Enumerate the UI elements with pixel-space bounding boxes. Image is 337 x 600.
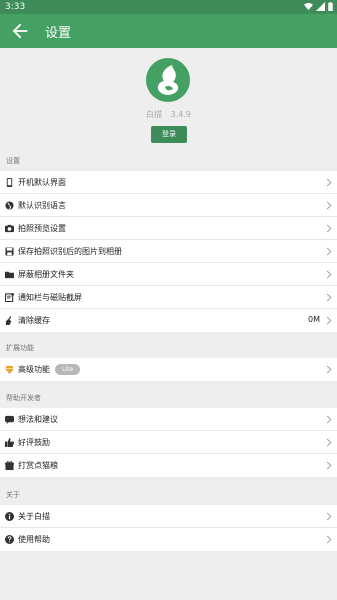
diamond-icon	[5, 365, 14, 374]
row-label: 关于白描	[18, 512, 50, 521]
section-label-extensions: 扩展功能	[6, 344, 34, 352]
folder-icon	[5, 271, 14, 279]
setting-row-donate[interactable]: 打赏点猫粮	[0, 454, 337, 477]
setting-row-save-photos[interactable]: 保存拍照识别后的图片到相册	[0, 240, 337, 263]
camera-icon	[5, 224, 14, 233]
chevron-right-icon	[326, 316, 332, 325]
chevron-right-icon	[326, 415, 332, 424]
thumbs-up-icon	[5, 438, 14, 447]
setting-row-about[interactable]: 关于白描	[0, 505, 337, 528]
chevron-right-icon	[326, 270, 332, 279]
battery-icon	[328, 2, 333, 11]
app-bar: 设置	[0, 14, 337, 48]
setting-row-help[interactable]: 使用帮助	[0, 528, 337, 551]
row-label: 打赏点猫粮	[18, 461, 58, 470]
chevron-right-icon	[326, 224, 332, 233]
chevron-right-icon	[326, 247, 332, 256]
info-icon	[5, 512, 14, 521]
save-icon	[5, 247, 14, 256]
login-button[interactable]: 登录	[151, 126, 187, 143]
status-time: 3:33	[5, 2, 26, 12]
globe-icon	[5, 201, 14, 210]
row-label: 使用帮助	[18, 535, 50, 544]
page-title: 设置	[45, 26, 72, 41]
row-label: 拍照预览设置	[18, 224, 66, 233]
gift-icon	[5, 461, 14, 470]
chevron-right-icon	[326, 201, 332, 210]
about-header: 白描 3.4.9 登录	[0, 48, 337, 150]
row-label: 想法和建议	[18, 415, 58, 424]
help-developer-group: 想法和建议 好评鼓励 打赏点猫粮	[0, 408, 337, 477]
wifi-icon	[304, 2, 313, 11]
setting-row-feedback[interactable]: 想法和建议	[0, 408, 337, 431]
setting-row-default-language[interactable]: 默认识别语言	[0, 194, 337, 217]
setting-row-camera-preview[interactable]: 拍照预览设置	[0, 217, 337, 240]
chevron-right-icon	[326, 365, 332, 374]
row-label: 保存拍照识别后的图片到相册	[18, 247, 122, 256]
row-label: 好评鼓励	[18, 438, 50, 447]
chevron-right-icon	[326, 178, 332, 187]
row-label: 通知栏与磁贴截屏	[18, 293, 82, 302]
row-label: 默认识别语言	[18, 201, 66, 210]
signal-icon	[316, 2, 325, 11]
version-line: 白描 3.4.9	[0, 109, 337, 120]
about-group: 关于白描 使用帮助	[0, 505, 337, 551]
notification-icon	[5, 293, 14, 302]
version-number: 3.4.9	[170, 110, 191, 119]
back-arrow-icon[interactable]	[9, 20, 31, 42]
help-icon	[5, 535, 14, 544]
app-name: 白描	[146, 110, 163, 119]
setting-row-hide-folders[interactable]: 屏蔽相册文件夹	[0, 263, 337, 286]
chevron-right-icon	[326, 512, 332, 521]
setting-row-default-screen[interactable]: 开机默认界面	[0, 171, 337, 194]
row-label: 开机默认界面	[18, 178, 66, 187]
broom-icon	[5, 316, 12, 325]
chevron-right-icon	[326, 293, 332, 302]
app-logo-icon	[146, 58, 190, 102]
row-label: 高级功能	[18, 365, 50, 374]
row-label: 屏蔽相册文件夹	[18, 270, 74, 279]
chevron-right-icon	[326, 461, 332, 470]
row-label: 清除缓存	[18, 316, 50, 325]
chevron-right-icon	[326, 438, 332, 447]
setting-row-clear-cache[interactable]: 清除缓存 0M	[0, 309, 337, 332]
extensions-group: 高级功能 Lite	[0, 358, 337, 381]
section-label-help-developer: 帮助开发者	[6, 394, 41, 402]
section-label-about: 关于	[6, 491, 20, 499]
chevron-right-icon	[326, 535, 332, 544]
setting-row-premium[interactable]: 高级功能 Lite	[0, 358, 337, 381]
setting-row-notification-screenshot[interactable]: 通知栏与磁贴截屏	[0, 286, 337, 309]
settings-group: 开机默认界面 默认识别语言 拍照预览设置 保存拍照识别后的图片到相册 屏蔽相册文…	[0, 171, 337, 332]
status-bar: 3:33	[0, 0, 337, 14]
chat-icon	[5, 415, 14, 424]
cache-size-value: 0M	[308, 315, 320, 324]
section-label-settings: 设置	[6, 157, 20, 165]
status-icons	[304, 2, 333, 11]
setting-row-rate[interactable]: 好评鼓励	[0, 431, 337, 454]
phone-icon	[6, 178, 13, 187]
lite-badge: Lite	[55, 364, 81, 375]
